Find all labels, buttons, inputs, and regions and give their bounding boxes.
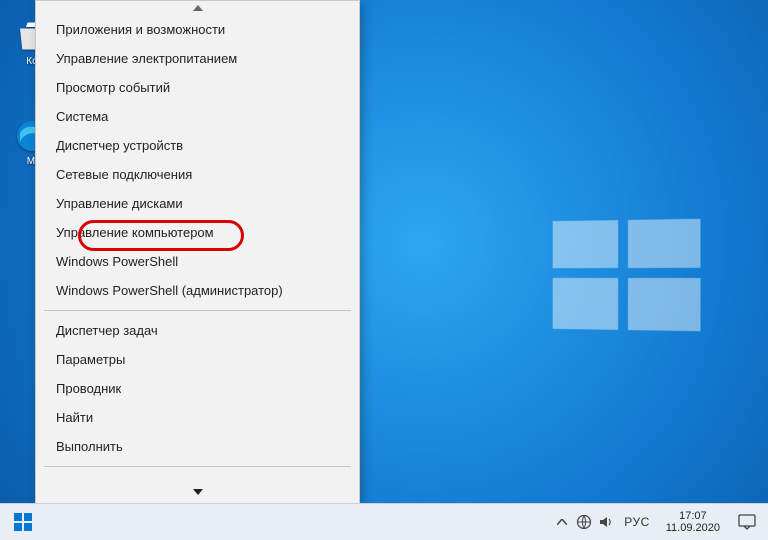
clock[interactable]: 17:07 11.09.2020: [658, 510, 728, 534]
winx-menu: Приложения и возможности Управление элек…: [35, 0, 360, 504]
menu-item-powershell[interactable]: Windows PowerShell: [36, 247, 359, 276]
clock-date: 11.09.2020: [666, 522, 720, 534]
action-center-icon[interactable]: [730, 514, 764, 530]
menu-item-disk-management[interactable]: Управление дисками: [36, 189, 359, 218]
menu-separator: [44, 466, 351, 467]
menu-item-computer-management[interactable]: Управление компьютером: [36, 218, 359, 247]
volume-icon[interactable]: [596, 504, 616, 540]
menu-item-task-manager[interactable]: Диспетчер задач: [36, 316, 359, 345]
windows-logo-icon: [14, 513, 32, 531]
menu-item-network-connections[interactable]: Сетевые подключения: [36, 160, 359, 189]
menu-item-system[interactable]: Система: [36, 102, 359, 131]
taskbar: РУС 17:07 11.09.2020: [0, 503, 768, 540]
network-icon[interactable]: [574, 504, 594, 540]
menu-item-event-viewer[interactable]: Просмотр событий: [36, 73, 359, 102]
menu-item-search[interactable]: Найти: [36, 403, 359, 432]
system-tray: РУС 17:07 11.09.2020: [552, 504, 768, 540]
winx-menu-items: Приложения и возможности Управление элек…: [36, 15, 359, 467]
menu-item-apps-and-features[interactable]: Приложения и возможности: [36, 15, 359, 44]
clock-time: 17:07: [666, 510, 720, 522]
menu-item-device-manager[interactable]: Диспетчер устройств: [36, 131, 359, 160]
scroll-up-arrow-icon[interactable]: [36, 1, 359, 15]
wallpaper-windows-logo: [553, 219, 701, 331]
menu-item-file-explorer[interactable]: Проводник: [36, 374, 359, 403]
menu-item-settings[interactable]: Параметры: [36, 345, 359, 374]
menu-separator: [44, 310, 351, 311]
menu-item-run[interactable]: Выполнить: [36, 432, 359, 461]
desktop: Ко Mi Приложения и возможности Управлени…: [0, 0, 768, 540]
menu-item-powershell-admin[interactable]: Windows PowerShell (администратор): [36, 276, 359, 305]
tray-chevron-up-icon[interactable]: [552, 504, 572, 540]
scroll-down-arrow-icon[interactable]: [36, 485, 359, 499]
start-button[interactable]: [0, 504, 46, 540]
menu-item-power-options[interactable]: Управление электропитанием: [36, 44, 359, 73]
language-indicator[interactable]: РУС: [618, 515, 656, 529]
